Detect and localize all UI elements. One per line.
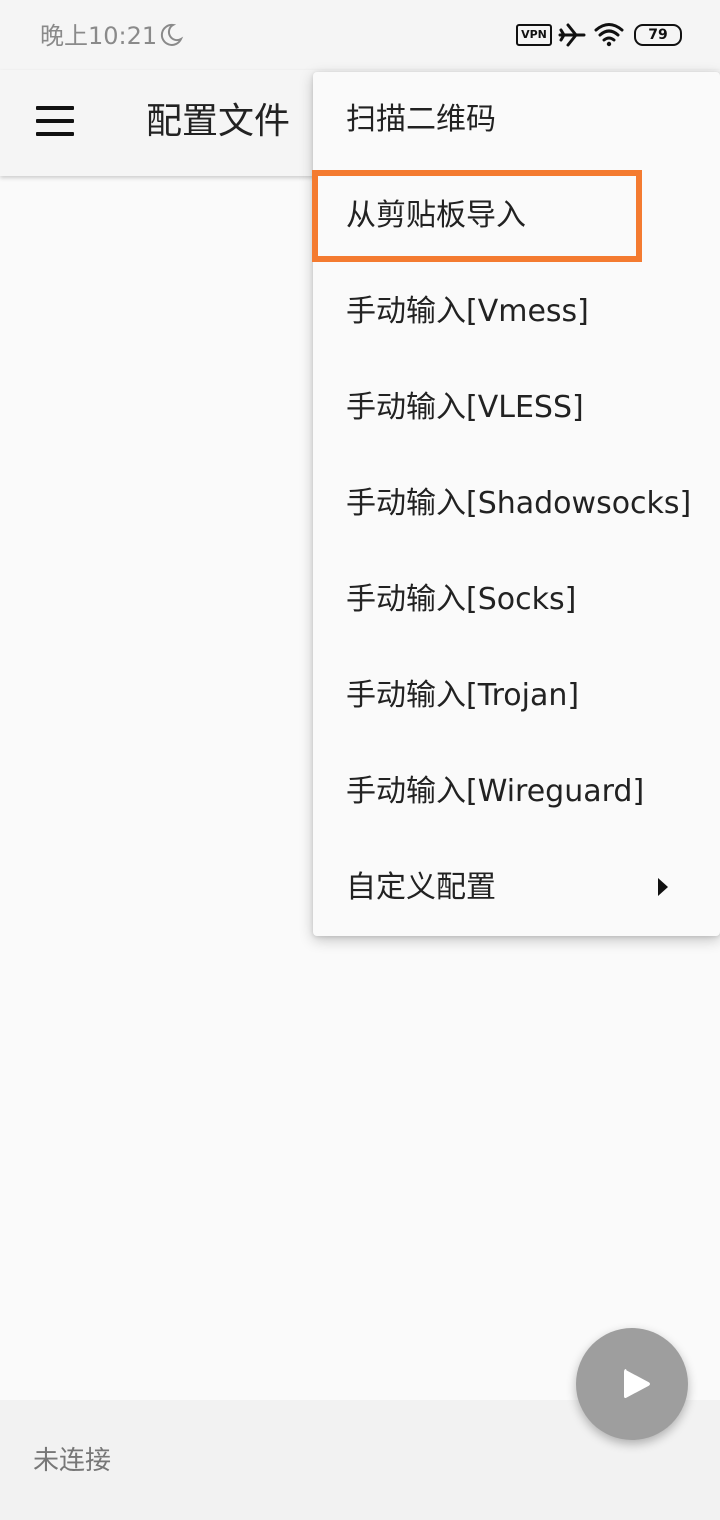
- menu-item-manual-vmess[interactable]: 手动输入[Vmess]: [313, 264, 720, 360]
- battery-indicator: 79: [634, 24, 682, 46]
- status-time: 晚上10:21: [40, 22, 158, 50]
- airplane-icon: [558, 23, 586, 47]
- connect-fab-button[interactable]: [576, 1328, 688, 1440]
- menu-item-label: 手动输入[VLESS]: [346, 390, 584, 425]
- menu-item-label: 手动输入[Wireguard]: [346, 774, 645, 809]
- menu-item-custom-config[interactable]: 自定义配置: [313, 840, 720, 936]
- menu-item-manual-wireguard[interactable]: 手动输入[Wireguard]: [313, 744, 720, 840]
- menu-item-label: 手动输入[Shadowsocks]: [346, 486, 692, 521]
- menu-item-manual-shadowsocks[interactable]: 手动输入[Shadowsocks]: [313, 456, 720, 552]
- menu-item-manual-vless[interactable]: 手动输入[VLESS]: [313, 360, 720, 456]
- highlight-box: [312, 170, 642, 262]
- status-bar: 晚上10:21 VPN 79: [0, 0, 720, 70]
- menu-item-manual-socks[interactable]: 手动输入[Socks]: [313, 552, 720, 648]
- connection-status: 未连接: [33, 1446, 112, 1476]
- menu-item-label: 自定义配置: [346, 870, 496, 905]
- moon-icon: [160, 23, 184, 46]
- menu-item-label: 手动输入[Socks]: [346, 582, 577, 617]
- play-icon: [624, 1369, 650, 1399]
- page-title: 配置文件: [146, 101, 291, 142]
- menu-item-label: 扫描二维码: [346, 102, 496, 137]
- menu-item-label: 手动输入[Trojan]: [346, 678, 580, 713]
- screen: 晚上10:21 VPN 79 配置文件 扫描二维码 从剪贴板导入 手动输入[Vm…: [0, 0, 720, 1520]
- vpn-badge: VPN: [516, 24, 552, 46]
- wifi-icon: [594, 23, 624, 47]
- hamburger-menu-icon[interactable]: [36, 106, 76, 136]
- menu-item-manual-trojan[interactable]: 手动输入[Trojan]: [313, 648, 720, 744]
- menu-item-label: 手动输入[Vmess]: [346, 294, 589, 329]
- submenu-arrow-icon: [658, 878, 668, 896]
- menu-item-scan-qr[interactable]: 扫描二维码: [313, 72, 720, 168]
